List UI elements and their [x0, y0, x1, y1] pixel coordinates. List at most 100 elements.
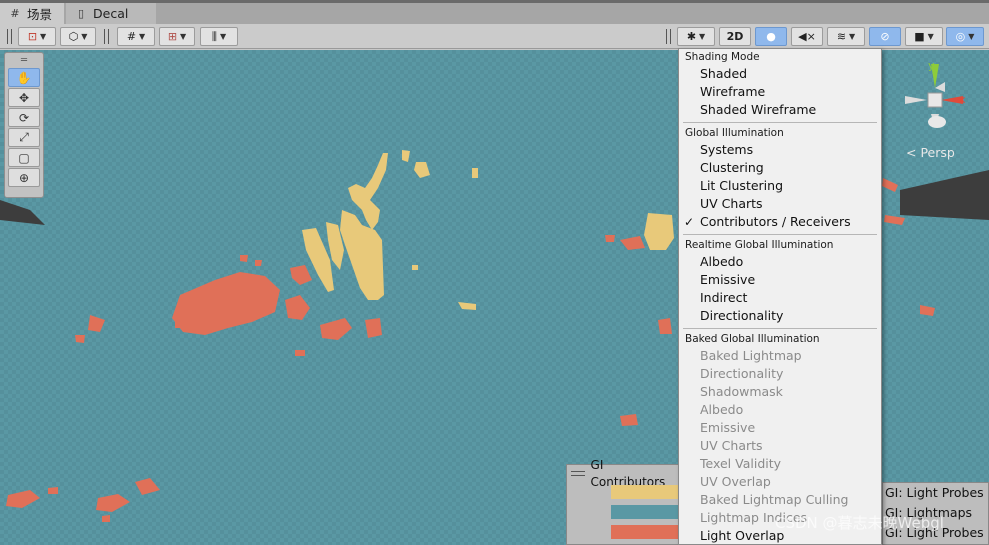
rotate-tool-button[interactable]: ⟳ — [8, 108, 40, 127]
menu-item-label: Emissive — [700, 420, 756, 435]
tab-decal[interactable]: ▯ Decal — [66, 3, 156, 24]
menu-item-label: Shadowmask — [700, 384, 783, 399]
legend-label: GI: Light Probes — [885, 485, 984, 500]
menu-item-shaded-wireframe[interactable]: Shaded Wireframe — [679, 101, 881, 119]
menu-item-wireframe[interactable]: Wireframe — [679, 83, 881, 101]
rect-icon: ▢ — [18, 150, 30, 165]
palette-handle[interactable]: ═ — [5, 53, 43, 67]
menu-item-systems[interactable]: Systems — [679, 141, 881, 159]
ruler-dropdown[interactable]: ⫼ ▼ — [200, 27, 238, 46]
menu-item-label: Baked Lightmap Culling — [700, 492, 849, 507]
yellow-shape — [402, 150, 410, 162]
menu-item-lit-clustering[interactable]: Lit Clustering — [679, 177, 881, 195]
watermark: CSDN @暮志未晚Webgl — [775, 514, 944, 532]
chevron-down-icon: ▼ — [139, 32, 146, 41]
menu-section-header: Shading Mode — [685, 51, 760, 63]
yellow-shape — [472, 168, 478, 178]
menu-item-shaded[interactable]: Shaded — [679, 65, 881, 83]
camera-dropdown[interactable]: ■ ▼ — [905, 27, 943, 46]
gizmos-dropdown[interactable]: ◎ ▼ — [946, 27, 984, 46]
menu-item-directionality: Directionality — [679, 365, 881, 383]
red-scatter — [285, 295, 310, 320]
menu-item-uv-charts: UV Charts — [679, 437, 881, 455]
cube-icon: ⬡ — [68, 30, 79, 43]
red-scatter — [320, 318, 352, 340]
menu-item-label: UV Charts — [700, 438, 763, 453]
chevron-down-icon: ▼ — [219, 32, 227, 41]
gizmo-y-label: y — [928, 59, 935, 72]
chevron-down-icon: ▼ — [968, 32, 975, 41]
rotate-icon: ⟳ — [18, 110, 30, 125]
lighting-toggle[interactable]: ● — [755, 27, 787, 46]
toolbar-grip[interactable] — [104, 29, 109, 44]
orientation-gizmo[interactable]: y x — [895, 58, 975, 138]
menu-item-uv-charts[interactable]: UV Charts — [679, 195, 881, 213]
grid-snapping-dropdown[interactable]: # ▼ — [117, 27, 155, 46]
ruler-icon: ⫼ — [211, 29, 217, 43]
menu-item-label: Albedo — [700, 254, 744, 269]
view-tool-button[interactable]: ✋ — [8, 68, 40, 87]
tab-scene[interactable]: # 场景 — [0, 3, 64, 24]
camera-icon: ■ — [914, 30, 925, 43]
menu-item-label: Directionality — [700, 366, 784, 381]
gizmo-center-cube — [927, 92, 943, 108]
toggle-2d-button[interactable]: 2D — [719, 27, 751, 46]
legend-header[interactable]: GI Contributors — [567, 458, 679, 489]
menu-item-label: Clustering — [700, 160, 764, 175]
debug-dropdown[interactable]: ✱ ▼ — [677, 27, 715, 46]
hand-icon: ✋ — [16, 70, 32, 85]
scale-tool-button[interactable]: ⤢ — [8, 128, 40, 147]
menu-item-label: Light Overlap — [700, 528, 785, 543]
legend-swatch-receivers — [611, 505, 681, 519]
red-scatter — [605, 235, 615, 242]
effects-dropdown[interactable]: ≋ ▼ — [827, 27, 865, 46]
red-scatter — [365, 318, 382, 338]
toolbar-grip[interactable] — [666, 29, 671, 44]
yellow-shape — [644, 213, 674, 250]
menu-item-emissive[interactable]: Emissive — [679, 271, 881, 289]
dark-geometry — [900, 170, 989, 220]
menu-item-label: Wireframe — [700, 84, 766, 99]
gizmo-x-label: x — [959, 93, 966, 106]
transform-tool-button[interactable]: ⊕ — [8, 168, 40, 187]
menu-item-indirect[interactable]: Indirect — [679, 289, 881, 307]
red-scatter — [240, 255, 248, 262]
audio-toggle[interactable]: ◀× — [791, 27, 823, 46]
increment-snapping-dropdown[interactable]: ⊞ ▼ — [159, 27, 195, 46]
menu-separator — [683, 122, 877, 123]
gizmo-graphic: y x — [905, 59, 966, 128]
legend-swatch-light-probes — [611, 525, 681, 539]
menu-item-label: UV Charts — [700, 196, 763, 211]
chevron-down-icon: ▼ — [849, 32, 856, 41]
chevron-down-icon: ▼ — [927, 32, 934, 41]
speaker-muted-icon: ◀× — [798, 30, 816, 43]
red-scatter — [658, 318, 672, 334]
menu-separator — [683, 234, 877, 235]
tab-scene-label: 场景 — [27, 7, 53, 22]
menu-item-label: Shaded Wireframe — [700, 102, 817, 117]
menu-item-clustering[interactable]: Clustering — [679, 159, 881, 177]
scene-toolbar: ⊡ ▼ ⬡ ▼ # ▼ ⊞ ▼ ⫼ ▼ ✱ ▼ 2D ● ◀× ≋ ▼ ⊘ ■ ▼ ◎ ▼ — [0, 24, 989, 49]
menu-section-header: Baked Global Illumination — [685, 333, 820, 345]
move-tool-button[interactable]: ✥ — [8, 88, 40, 107]
menu-section-header: Realtime Global Illumination — [685, 239, 834, 251]
draw-mode-dropdown[interactable]: ⊡ ▼ — [18, 27, 56, 46]
menu-item-directionality[interactable]: Directionality — [679, 307, 881, 325]
drag-handle-icon — [571, 471, 585, 476]
menu-section-header: Global Illumination — [685, 127, 784, 139]
menu-item-albedo[interactable]: Albedo — [679, 253, 881, 271]
scale-icon: ⤢ — [19, 130, 29, 144]
menu-item-contributors-receivers[interactable]: ✓ Contributors / Receivers — [679, 213, 881, 231]
scene-visibility-toggle[interactable]: ⊘ — [869, 27, 901, 46]
contributor-lightmap-shapes — [302, 150, 674, 310]
grid-snap-icon: # — [126, 30, 137, 43]
menu-item-baked-lightmap-culling: Baked Lightmap Culling — [679, 491, 881, 509]
render-mode-dropdown[interactable]: ⬡ ▼ — [60, 27, 96, 46]
toolbar-grip[interactable] — [7, 29, 12, 44]
red-scatter — [882, 178, 898, 192]
layers-icon: ≋ — [836, 30, 847, 43]
red-scatter — [884, 215, 905, 225]
projection-label[interactable]: < Persp — [906, 145, 955, 160]
bug-icon: ✱ — [686, 30, 697, 43]
rect-tool-button[interactable]: ▢ — [8, 148, 40, 167]
